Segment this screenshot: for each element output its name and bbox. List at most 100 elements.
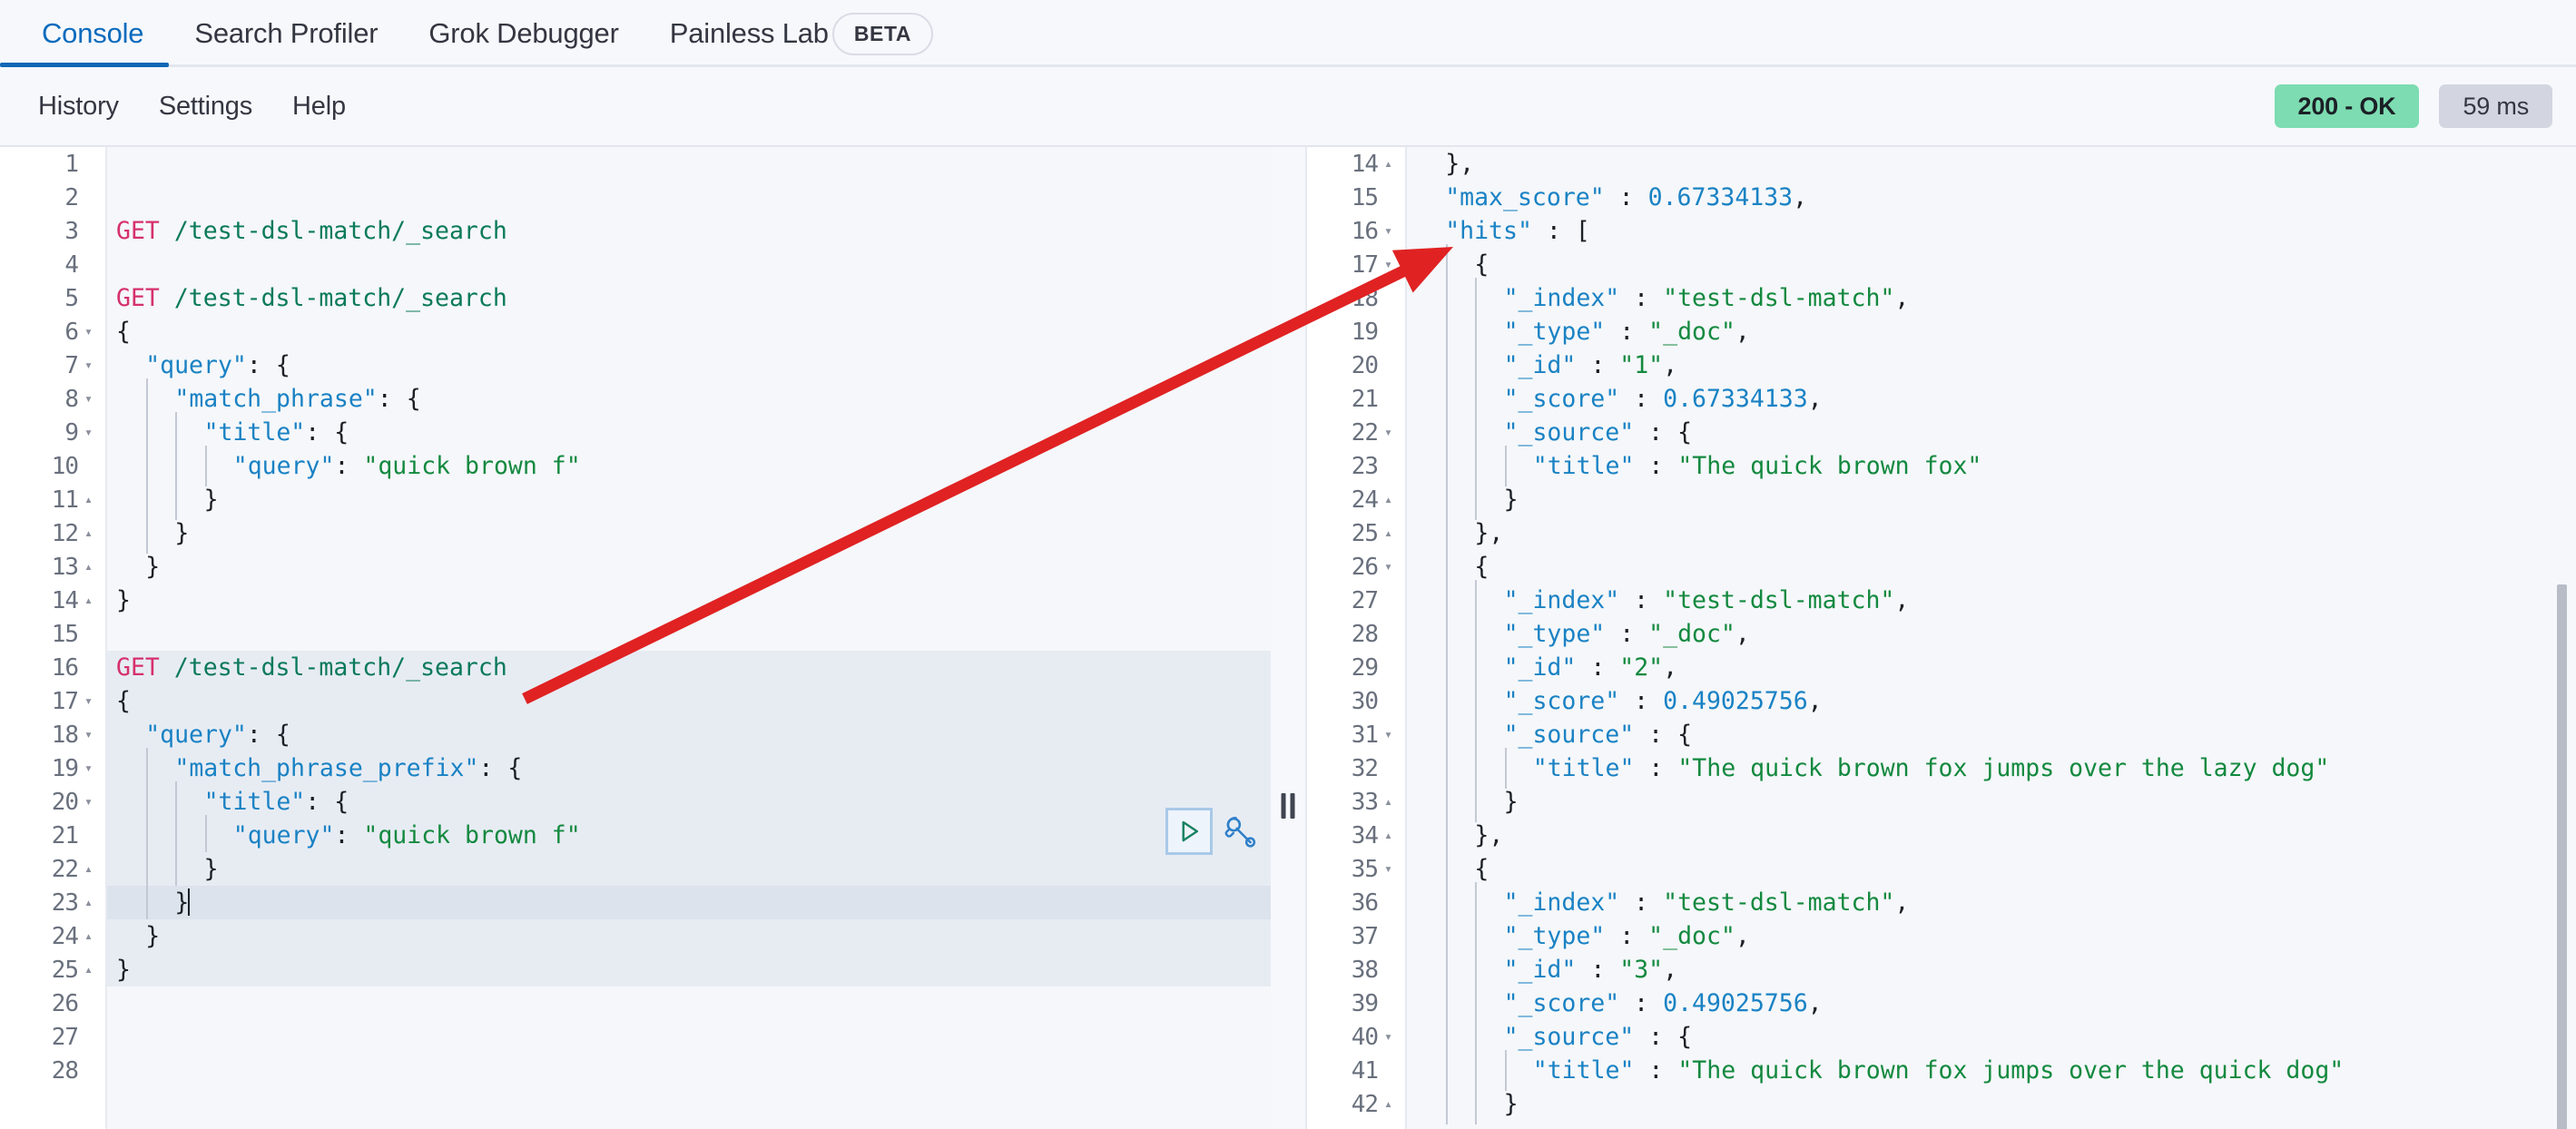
line-number-39[interactable]: 39· — [1307, 987, 1405, 1020]
line-number-26[interactable]: 26 ▾ — [1307, 550, 1405, 584]
fold-toggle-7[interactable]: ▾ — [78, 358, 98, 372]
code-line-9[interactable]: "title": { — [107, 412, 1271, 453]
code-line-42[interactable]: } — [1407, 1084, 2576, 1124]
fold-toggle-25[interactable]: ▴ — [78, 963, 98, 977]
response-vertical-scrollbar[interactable] — [2557, 584, 2567, 1129]
fold-toggle-20[interactable]: ▾ — [78, 795, 98, 809]
fold-toggle-40[interactable]: ▾ — [1378, 1030, 1398, 1044]
line-number-5[interactable]: 5· — [0, 281, 105, 315]
line-number-8[interactable]: 8 ▾ — [0, 382, 105, 416]
tab-grok-debugger[interactable]: Grok Debugger — [403, 0, 644, 67]
line-number-34[interactable]: 34 ▴ — [1307, 819, 1405, 852]
fold-toggle-23[interactable]: ▴ — [78, 896, 98, 909]
line-number-17[interactable]: 17 ▾ — [1307, 248, 1405, 281]
line-number-15[interactable]: 15· — [0, 617, 105, 651]
code-line-34[interactable]: }, — [1407, 815, 2576, 856]
history-button[interactable]: History — [18, 92, 139, 122]
code-line-5[interactable]: GET /test-dsl-match/_search — [107, 281, 1271, 315]
response-line-number-gutter[interactable]: 14▴15·16▾17▾18·19·20·21·22▾23·24▴25▴26▾2… — [1307, 147, 1407, 1129]
code-line-18[interactable]: "_index" : "test-dsl-match", — [1407, 278, 2576, 319]
fold-toggle-14[interactable]: ▴ — [78, 594, 98, 607]
line-number-35[interactable]: 35 ▾ — [1307, 852, 1405, 886]
code-line-26[interactable]: { — [1407, 546, 2576, 587]
code-line-31[interactable]: "_source" : { — [1407, 714, 2576, 755]
help-button[interactable]: Help — [272, 92, 366, 122]
fold-toggle-13[interactable]: ▴ — [78, 560, 98, 574]
line-number-29[interactable]: 29· — [1307, 651, 1405, 684]
fold-toggle-12[interactable]: ▴ — [78, 526, 98, 540]
code-line-16[interactable]: GET /test-dsl-match/_search — [107, 651, 1271, 684]
line-number-25[interactable]: 25 ▴ — [1307, 516, 1405, 550]
request-options-button[interactable] — [1222, 813, 1258, 849]
fold-toggle-24[interactable]: ▴ — [78, 929, 98, 943]
code-line-14[interactable]: } — [107, 584, 1271, 617]
line-number-18[interactable]: 18· — [1307, 281, 1405, 315]
line-number-40[interactable]: 40 ▾ — [1307, 1020, 1405, 1054]
code-line-27[interactable] — [107, 1020, 1271, 1054]
code-line-15[interactable]: "max_score" : 0.67334133, — [1407, 181, 2576, 214]
line-number-27[interactable]: 27· — [0, 1020, 105, 1054]
line-number-28[interactable]: 28· — [1307, 617, 1405, 651]
fold-toggle-22[interactable]: ▾ — [1378, 426, 1398, 439]
code-line-23[interactable]: "title" : "The quick brown fox" — [1407, 446, 2576, 486]
code-line-22[interactable]: "_source" : { — [1407, 412, 2576, 453]
line-number-17[interactable]: 17 ▾ — [0, 684, 105, 718]
line-number-19[interactable]: 19· — [1307, 315, 1405, 349]
request-code-content[interactable]: GET /test-dsl-match/_search GET /test-dsl… — [107, 147, 1271, 1129]
response-pane[interactable]: 14▴15·16▾17▾18·19·20·21·22▾23·24▴25▴26▾2… — [1307, 147, 2576, 1129]
line-number-33[interactable]: 33 ▴ — [1307, 785, 1405, 819]
line-number-10[interactable]: 10· — [0, 449, 105, 483]
code-line-38[interactable]: "_id" : "3", — [1407, 949, 2576, 990]
code-line-27[interactable]: "_index" : "test-dsl-match", — [1407, 580, 2576, 621]
fold-toggle-18[interactable]: ▾ — [78, 728, 98, 741]
fold-toggle-26[interactable]: ▾ — [1378, 560, 1398, 574]
fold-toggle-11[interactable]: ▴ — [78, 493, 98, 506]
request-pane[interactable]: 1·2·3·4·5·6▾7▾8▾9▾10·11▴12▴13▴14▴15·16·1… — [0, 147, 1271, 1129]
line-number-9[interactable]: 9 ▾ — [0, 416, 105, 449]
code-line-32[interactable]: "title" : "The quick brown fox jumps ove… — [1407, 748, 2576, 789]
code-line-17[interactable]: { — [1407, 244, 2576, 285]
code-line-24[interactable]: } — [1407, 479, 2576, 520]
line-number-15[interactable]: 15· — [1307, 181, 1405, 214]
response-code-content[interactable]: }, "max_score" : 0.67334133, "hits" : [ … — [1407, 147, 2576, 1129]
line-number-24[interactable]: 24 ▴ — [0, 919, 105, 953]
code-line-18[interactable]: "query": { — [107, 718, 1271, 751]
code-line-20[interactable]: "title": { — [107, 781, 1271, 822]
code-line-36[interactable]: "_index" : "test-dsl-match", — [1407, 882, 2576, 923]
code-line-4[interactable] — [107, 248, 1271, 281]
fold-toggle-25[interactable]: ▴ — [1378, 526, 1398, 540]
line-number-6[interactable]: 6 ▾ — [0, 315, 105, 349]
line-number-22[interactable]: 22 ▴ — [0, 852, 105, 886]
line-number-19[interactable]: 19 ▾ — [0, 751, 105, 785]
settings-button[interactable]: Settings — [139, 92, 272, 122]
code-line-1[interactable] — [107, 147, 1271, 181]
line-number-11[interactable]: 11 ▴ — [0, 483, 105, 516]
fold-toggle-17[interactable]: ▾ — [1378, 258, 1398, 271]
line-number-16[interactable]: 16· — [0, 651, 105, 684]
line-number-28[interactable]: 28· — [0, 1054, 105, 1087]
request-line-number-gutter[interactable]: 1·2·3·4·5·6▾7▾8▾9▾10·11▴12▴13▴14▴15·16·1… — [0, 147, 107, 1129]
code-line-39[interactable]: "_score" : 0.49025756, — [1407, 983, 2576, 1024]
code-line-2[interactable] — [107, 181, 1271, 214]
line-number-31[interactable]: 31 ▾ — [1307, 718, 1405, 751]
line-number-20[interactable]: 20· — [1307, 349, 1405, 382]
line-number-18[interactable]: 18 ▾ — [0, 718, 105, 751]
fold-toggle-16[interactable]: ▾ — [1378, 224, 1398, 238]
code-line-28[interactable] — [107, 1054, 1271, 1087]
code-line-40[interactable]: "_source" : { — [1407, 1016, 2576, 1057]
code-line-14[interactable]: }, — [1407, 147, 2576, 181]
line-number-16[interactable]: 16 ▾ — [1307, 214, 1405, 248]
line-number-36[interactable]: 36· — [1307, 886, 1405, 919]
code-line-7[interactable]: "query": { — [107, 349, 1271, 382]
line-number-13[interactable]: 13 ▴ — [0, 550, 105, 584]
fold-toggle-6[interactable]: ▾ — [78, 325, 98, 339]
fold-toggle-31[interactable]: ▾ — [1378, 728, 1398, 741]
line-number-24[interactable]: 24 ▴ — [1307, 483, 1405, 516]
fold-toggle-42[interactable]: ▴ — [1378, 1097, 1398, 1111]
line-number-1[interactable]: 1· — [0, 147, 105, 181]
code-line-30[interactable]: "_score" : 0.49025756, — [1407, 681, 2576, 722]
line-number-14[interactable]: 14 ▴ — [1307, 147, 1405, 181]
code-line-37[interactable]: "_type" : "_doc", — [1407, 916, 2576, 957]
fold-toggle-17[interactable]: ▾ — [78, 694, 98, 708]
fold-toggle-8[interactable]: ▾ — [78, 392, 98, 406]
